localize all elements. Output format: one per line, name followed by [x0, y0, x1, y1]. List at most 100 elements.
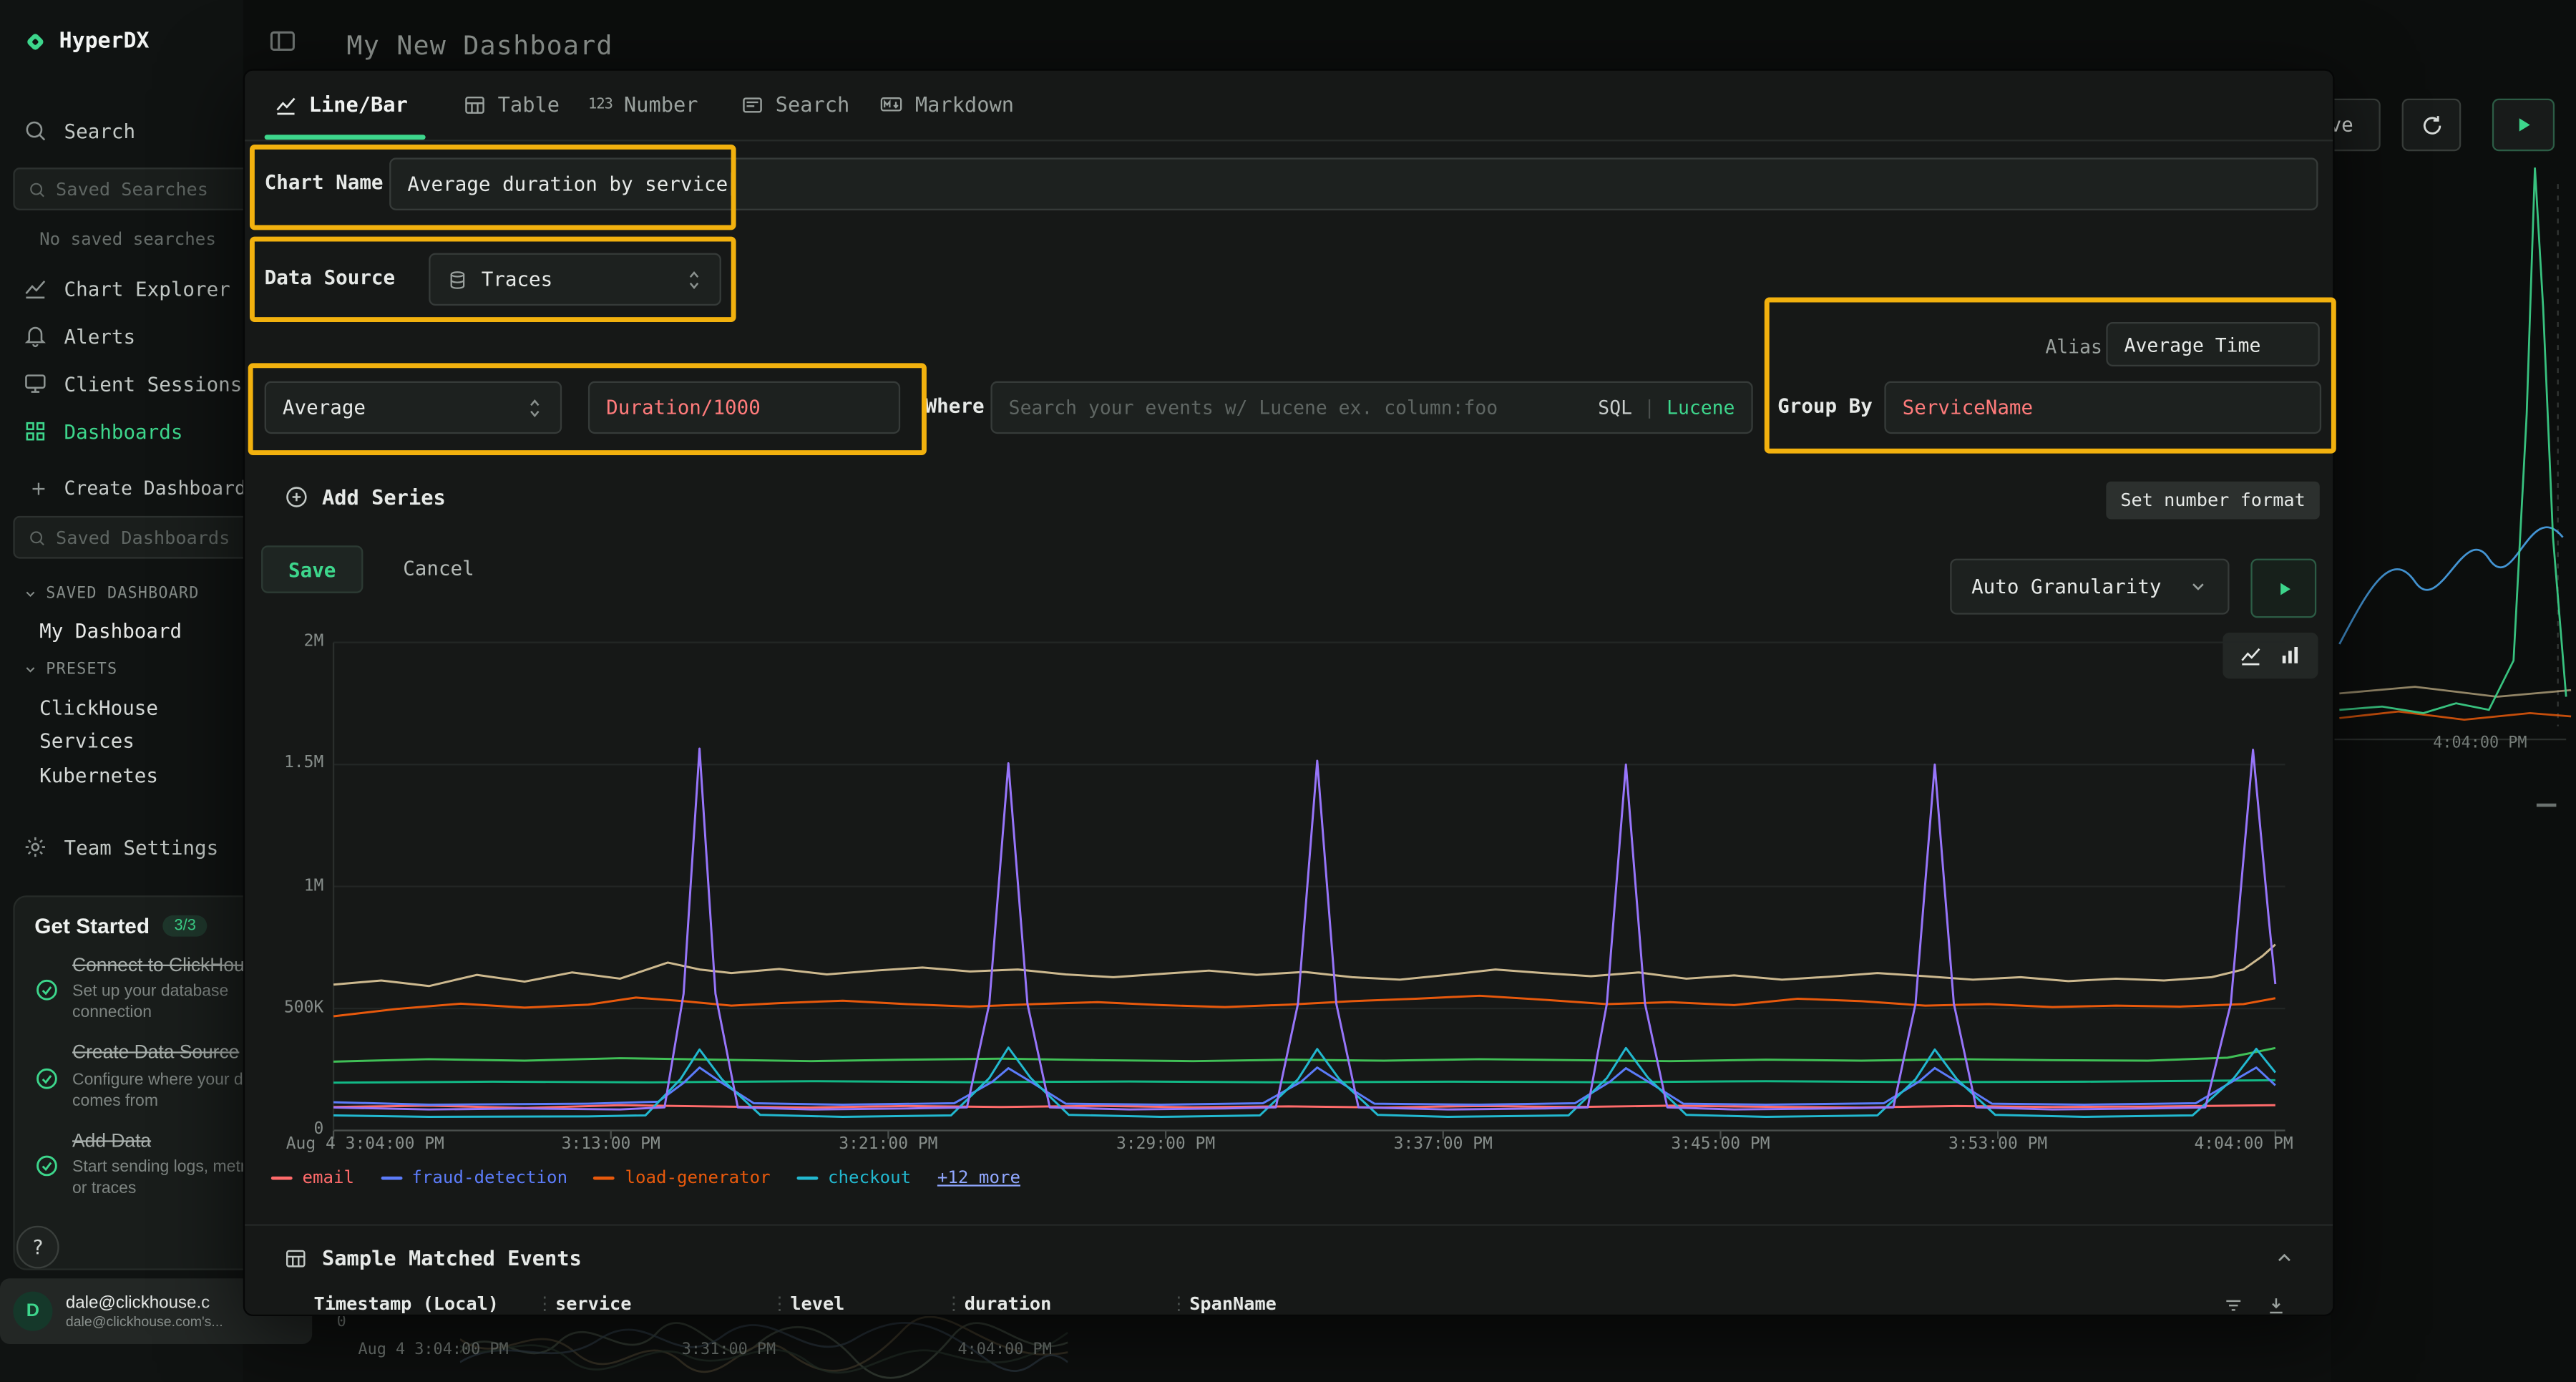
saved-dashboards-placeholder: Saved Dashboards	[56, 527, 230, 548]
sidebar-item-my-dashboard[interactable]: My Dashboard	[39, 620, 182, 643]
saved-searches-placeholder: Saved Searches	[56, 178, 208, 200]
chevron-down-icon	[2188, 577, 2208, 597]
column-separator	[535, 1293, 553, 1315]
sidebar-item-client-sessions[interactable]: Client Sessions	[23, 371, 242, 396]
sidebar-item-chart-explorer[interactable]: Chart Explorer	[23, 276, 230, 301]
field-input[interactable]: Duration/1000	[588, 381, 900, 434]
help-button[interactable]: ?	[16, 1226, 59, 1269]
legend-dash	[594, 1177, 615, 1180]
tab-label: Search	[776, 92, 850, 117]
set-number-format-button[interactable]: Set number format	[2106, 482, 2319, 520]
tab-search[interactable]: Search	[741, 92, 849, 117]
cancel-button[interactable]: Cancel	[386, 545, 492, 590]
tab-line-bar[interactable]: Line/Bar	[274, 92, 407, 117]
chart-x-axis-labels: Aug 4 3:04:00 PM3:13:00 PM3:21:00 PM3:29…	[330, 1135, 2285, 1158]
section-saved-dashboards[interactable]: SAVED DASHBOARD	[23, 585, 199, 603]
toggle-divider: |	[1644, 396, 1655, 419]
hyperdx-logo-icon	[23, 29, 47, 54]
x-tick-label: Aug 4 3:04:00 PM	[286, 1135, 444, 1153]
play-icon	[2275, 579, 2293, 597]
x-tick-label: 3:37:00 PM	[1394, 1135, 1493, 1153]
where-search-input[interactable]: Search your events w/ Lucene ex. column:…	[990, 381, 1752, 434]
get-started-title: Get Started	[34, 914, 150, 938]
legend-item[interactable]: load-generator	[594, 1168, 771, 1188]
logo[interactable]: HyperDX	[23, 29, 149, 54]
sample-matched-events-header[interactable]: Sample Matched Events	[284, 1245, 582, 1270]
chevron-down-icon	[23, 587, 38, 602]
no-saved-searches-text: No saved searches	[39, 230, 216, 250]
updown-chevrons-icon	[685, 268, 703, 290]
create-dashboard-button[interactable]: Create Dashboard	[29, 477, 246, 500]
alias-input[interactable]: Average Time	[2106, 322, 2319, 366]
sidebar-item-alerts[interactable]: Alerts	[23, 323, 135, 348]
chart-name-input[interactable]: Average duration by service	[389, 157, 2318, 210]
group-by-value: ServiceName	[1903, 396, 2033, 419]
chart-name-label: Chart Name	[265, 171, 384, 194]
sidebar-collapse-icon[interactable]	[268, 26, 297, 56]
divider	[245, 1224, 2333, 1225]
add-series-button[interactable]: Add Series	[284, 485, 446, 509]
lucene-toggle-option[interactable]: Lucene	[1667, 396, 1735, 419]
active-tab-indicator	[265, 135, 426, 140]
plus-circle-icon	[284, 485, 308, 509]
section-presets[interactable]: PRESETS	[23, 661, 117, 678]
app: My New Dashboard Save 4:04:00 PM	[0, 0, 2576, 1382]
run-query-button[interactable]	[2492, 99, 2555, 151]
legend-more-link[interactable]: +12 more	[937, 1168, 1020, 1188]
chart-y-axis-labels: 0500K1M1.5M2M	[255, 629, 323, 1149]
save-button[interactable]: Save	[261, 545, 363, 593]
x-tick-label: 3:29:00 PM	[1116, 1135, 1215, 1153]
search-icon	[23, 118, 47, 142]
sidebar-item-label: Chart Explorer	[64, 277, 230, 300]
legend-item[interactable]: fraud-detection	[381, 1168, 567, 1188]
column-header-service[interactable]: service	[555, 1293, 631, 1315]
sidebar-item-kubernetes[interactable]: Kubernetes	[39, 764, 158, 787]
background-x-label: Aug 4 3:04:00 PM	[358, 1340, 509, 1358]
where-placeholder: Search your events w/ Lucene ex. column:…	[1009, 396, 1498, 419]
sidebar-item-label: Team Settings	[64, 835, 219, 858]
group-by-input[interactable]: ServiceName	[1884, 381, 2321, 434]
create-dashboard-label: Create Dashboard	[64, 477, 246, 500]
tab-label: Line/Bar	[309, 92, 408, 117]
sample-matched-events-title: Sample Matched Events	[322, 1245, 582, 1270]
sidebar-item-search[interactable]: Search	[23, 118, 135, 142]
text-caret	[731, 172, 733, 195]
database-icon	[447, 268, 468, 290]
legend-item[interactable]: email	[271, 1168, 354, 1188]
tab-label: Table	[498, 92, 560, 117]
123-icon: 123	[588, 96, 613, 112]
group-by-label: Group By	[1777, 394, 1873, 417]
sql-toggle-option[interactable]: SQL	[1598, 396, 1632, 419]
sort-icon[interactable]	[2223, 1295, 2244, 1316]
sidebar-item-services[interactable]: Services	[39, 729, 135, 752]
legend-dash	[381, 1177, 402, 1180]
main-chart[interactable]	[330, 629, 2285, 1149]
sidebar-item-clickhouse[interactable]: ClickHouse	[39, 696, 158, 719]
check-circle-icon	[34, 1132, 59, 1199]
granularity-select[interactable]: Auto Granularity	[1950, 559, 2229, 615]
data-source-value: Traces	[482, 268, 553, 291]
background-chart	[2333, 151, 2576, 759]
tab-label: Number	[624, 92, 698, 117]
where-label: Where	[925, 394, 985, 417]
download-icon[interactable]	[2265, 1295, 2287, 1316]
y-tick-label: 1.5M	[284, 754, 323, 772]
column-header-spanname[interactable]: SpanName	[1189, 1293, 1277, 1315]
page-title: My New Dashboard	[346, 29, 613, 61]
tab-table[interactable]: Table	[463, 92, 560, 117]
tab-markdown[interactable]: Markdown	[879, 92, 1014, 117]
column-header-duration[interactable]: duration	[965, 1293, 1052, 1315]
data-source-select[interactable]: Traces	[429, 253, 721, 306]
sidebar-item-dashboards[interactable]: Dashboards	[23, 419, 182, 443]
column-header-timestamp[interactable]: Timestamp (Local)	[314, 1293, 499, 1315]
chart-run-button[interactable]	[2250, 559, 2316, 618]
tab-number[interactable]: 123 Number	[588, 92, 698, 117]
legend-item[interactable]: checkout	[796, 1168, 911, 1188]
aggregation-select[interactable]: Average	[265, 381, 562, 434]
column-header-level[interactable]: level	[790, 1293, 844, 1315]
sidebar-item-team-settings[interactable]: Team Settings	[23, 834, 218, 859]
column-separator	[945, 1293, 962, 1315]
refresh-button[interactable]	[2402, 99, 2462, 151]
column-separator	[771, 1293, 789, 1315]
collapse-chevron-icon[interactable]	[2274, 1247, 2296, 1269]
